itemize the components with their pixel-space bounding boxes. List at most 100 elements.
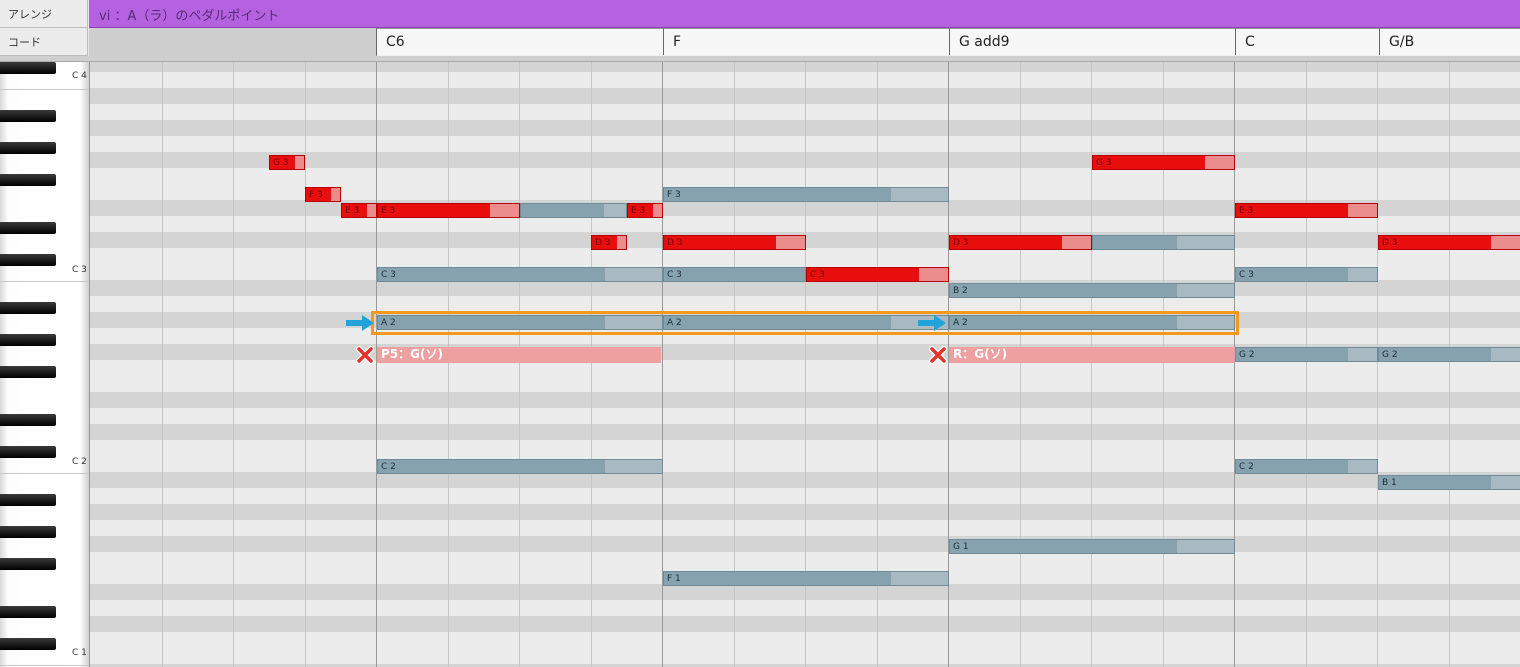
chord-g-add9[interactable]: G add9 bbox=[949, 28, 1235, 55]
black-key[interactable] bbox=[0, 526, 56, 538]
beat-line bbox=[1020, 62, 1021, 667]
note-label: B 2 bbox=[953, 286, 968, 296]
arrange-title: vi ：A（ラ）のペダルポイント bbox=[99, 9, 280, 24]
black-key[interactable] bbox=[0, 638, 56, 650]
note-label: C 3 bbox=[381, 270, 396, 280]
x-mark-icon bbox=[356, 346, 374, 364]
note-label: C 3 bbox=[810, 270, 825, 280]
note-label: D 3 bbox=[595, 238, 611, 248]
rejected-note-label: R：G(ソ) bbox=[953, 347, 1008, 361]
rejected-note-r: R：G(ソ) bbox=[949, 347, 1235, 363]
beat-line bbox=[233, 62, 234, 667]
chord-lane[interactable]: C6 F G add9 C G/B bbox=[89, 28, 1520, 57]
black-key[interactable] bbox=[0, 494, 56, 506]
key-divider bbox=[0, 281, 89, 282]
chord-track-label: コード bbox=[0, 28, 88, 56]
piano-keyboard[interactable]: C 4 C 3 C 2 C 1 bbox=[0, 62, 90, 667]
rejected-note-p5: P5：G(ソ) bbox=[377, 347, 661, 363]
rejected-note-label: P5：G(ソ) bbox=[381, 347, 443, 361]
black-key[interactable] bbox=[0, 334, 56, 346]
note-g2[interactable]: G 2 bbox=[1378, 347, 1520, 362]
black-key[interactable] bbox=[0, 366, 56, 378]
note-label: F 3 bbox=[309, 190, 323, 200]
note-f3[interactable]: F 3 bbox=[305, 187, 341, 202]
black-key[interactable] bbox=[0, 606, 56, 618]
beat-line bbox=[519, 62, 520, 667]
note-d3[interactable]: D 3 bbox=[663, 235, 806, 250]
bar-line bbox=[1234, 62, 1235, 667]
octave-label-c4: C 4 bbox=[72, 71, 87, 81]
black-key[interactable] bbox=[0, 446, 56, 458]
note-d3-ghost[interactable] bbox=[1092, 235, 1235, 250]
note-e3[interactable]: E 3 bbox=[1235, 203, 1378, 218]
beat-line bbox=[591, 62, 592, 667]
note-f1[interactable]: F 1 bbox=[663, 571, 949, 586]
octave-label-c3: C 3 bbox=[72, 265, 87, 275]
note-label: G 2 bbox=[1239, 350, 1255, 360]
note-e3[interactable]: E 3 bbox=[341, 203, 377, 218]
note-b1[interactable]: B 1 bbox=[1378, 475, 1520, 490]
chord-f[interactable]: F bbox=[663, 28, 949, 55]
black-key[interactable] bbox=[0, 302, 56, 314]
note-g3[interactable]: G 3 bbox=[1092, 155, 1235, 170]
note-label: C 2 bbox=[381, 462, 396, 472]
note-label: G 2 bbox=[1382, 350, 1398, 360]
note-label: F 1 bbox=[667, 574, 681, 584]
note-a2[interactable]: A 2 bbox=[663, 315, 949, 330]
note-label: D 3 bbox=[953, 238, 969, 248]
arrow-right-icon bbox=[346, 315, 374, 331]
note-d3[interactable]: D 3 bbox=[1378, 235, 1520, 250]
key-divider bbox=[0, 89, 89, 90]
chord-g-over-b[interactable]: G/B bbox=[1379, 28, 1520, 55]
note-label: E 3 bbox=[631, 206, 646, 216]
key-divider bbox=[0, 665, 89, 666]
black-key[interactable] bbox=[0, 142, 56, 154]
black-key[interactable] bbox=[0, 254, 56, 266]
note-label: A 2 bbox=[381, 318, 396, 328]
note-label: C 3 bbox=[667, 270, 682, 280]
note-d3[interactable]: D 3 bbox=[591, 235, 627, 250]
beat-line bbox=[1377, 62, 1378, 667]
note-c3[interactable]: C 3 bbox=[806, 267, 949, 282]
black-key[interactable] bbox=[0, 110, 56, 122]
black-key[interactable] bbox=[0, 222, 56, 234]
note-label: E 3 bbox=[1239, 206, 1254, 216]
octave-label-c2: C 2 bbox=[72, 457, 87, 467]
octave-label-c1: C 1 bbox=[72, 648, 87, 658]
note-label: G 3 bbox=[1096, 158, 1112, 168]
black-key[interactable] bbox=[0, 174, 56, 186]
black-key[interactable] bbox=[0, 558, 56, 570]
beat-line bbox=[162, 62, 163, 667]
black-key[interactable] bbox=[0, 62, 56, 74]
note-label: C 2 bbox=[1239, 462, 1254, 472]
note-g3[interactable]: G 3 bbox=[269, 155, 305, 170]
beat-line bbox=[448, 62, 449, 667]
note-e3[interactable]: E 3 bbox=[377, 203, 520, 218]
note-a2[interactable]: A 2 bbox=[377, 315, 663, 330]
note-label: E 3 bbox=[345, 206, 360, 216]
note-c2[interactable]: C 2 bbox=[377, 459, 663, 474]
arrange-lane[interactable]: vi ：A（ラ）のペダルポイント bbox=[89, 0, 1520, 28]
note-c2[interactable]: C 2 bbox=[1235, 459, 1378, 474]
note-c3[interactable]: C 3 bbox=[663, 267, 806, 282]
black-key[interactable] bbox=[0, 414, 56, 426]
note-c3[interactable]: C 3 bbox=[377, 267, 663, 282]
note-e3-ghost[interactable] bbox=[520, 203, 627, 218]
beat-line bbox=[305, 62, 306, 667]
note-d3[interactable]: D 3 bbox=[949, 235, 1092, 250]
note-g2[interactable]: G 2 bbox=[1235, 347, 1378, 362]
chord-c[interactable]: C bbox=[1235, 28, 1379, 55]
note-f3[interactable]: F 3 bbox=[663, 187, 949, 202]
piano-roll-grid[interactable]: G 3 F 3 E 3 E 3 E 3 D 3 D 3 C 3 G 3 D 3 … bbox=[90, 62, 1520, 667]
note-e3[interactable]: E 3 bbox=[627, 203, 663, 218]
note-label: A 2 bbox=[953, 318, 968, 328]
note-a2[interactable]: A 2 bbox=[949, 315, 1235, 330]
note-c3[interactable]: C 3 bbox=[1235, 267, 1378, 282]
note-label: C 3 bbox=[1239, 270, 1254, 280]
chord-c6[interactable]: C6 bbox=[376, 28, 663, 55]
note-b2[interactable]: B 2 bbox=[949, 283, 1235, 298]
beat-line bbox=[1306, 62, 1307, 667]
note-label: B 1 bbox=[1382, 478, 1397, 488]
beat-line bbox=[1163, 62, 1164, 667]
note-g1[interactable]: G 1 bbox=[949, 539, 1235, 554]
